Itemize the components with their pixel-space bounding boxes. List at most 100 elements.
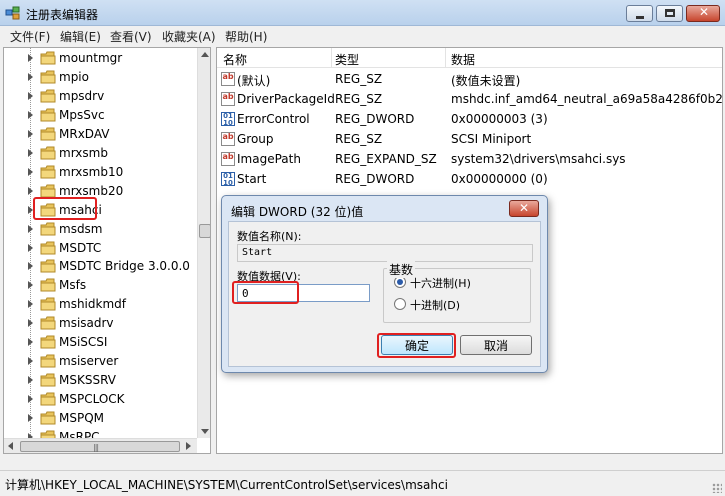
resize-grip-icon[interactable] — [712, 483, 722, 493]
value-row[interactable]: ab ImagePath REG_EXPAND_SZ system32\drivers… — [217, 149, 722, 169]
menu-edit[interactable]: 编辑(E) — [60, 28, 101, 45]
tree-item[interactable]: MSDTC Bridge 3.0.0.0 — [4, 257, 194, 276]
tree-item[interactable]: msiserver — [4, 352, 194, 371]
tree-item[interactable]: MSDTC — [4, 239, 194, 258]
expand-arrow-icon[interactable] — [28, 300, 33, 309]
tree-item-label: mrxsmb — [59, 145, 108, 160]
expand-arrow-icon[interactable] — [28, 281, 33, 290]
expand-arrow-icon[interactable] — [28, 167, 33, 176]
minimize-button[interactable] — [626, 5, 653, 22]
value-row[interactable]: 01 10 ErrorControl REG_DWORD 0x00000003 (3) — [217, 109, 722, 129]
value-data-input[interactable] — [237, 284, 370, 302]
value-name-cell: Start — [237, 172, 267, 186]
folder-icon — [40, 203, 56, 217]
value-row[interactable]: ab Group REG_SZ SCSI Miniport — [217, 129, 722, 149]
expand-arrow-icon[interactable] — [28, 186, 33, 195]
column-header-name[interactable]: 名称 — [223, 51, 247, 68]
value-row[interactable]: ab DriverPackageId REG_SZ mshdc.inf_amd64_n… — [217, 89, 723, 109]
expand-arrow-icon[interactable] — [28, 205, 33, 214]
radix-hex-label[interactable]: 十六进制(H) — [410, 275, 471, 291]
menu-help[interactable]: 帮助(H) — [225, 28, 267, 45]
menu-file[interactable]: 文件(F) — [10, 28, 50, 45]
tree-item-label: msahci — [59, 202, 102, 217]
tree-item[interactable]: msahci — [4, 201, 194, 220]
tree-item-label: mpio — [59, 69, 89, 84]
folder-icon — [40, 89, 56, 103]
tree-item[interactable]: mrxsmb10 — [4, 163, 194, 182]
cancel-button[interactable]: 取消 — [460, 335, 532, 355]
tree-horizontal-scrollbar[interactable]: ||| — [4, 438, 197, 453]
value-row[interactable]: ab (默认) REG_SZ (数值未设置) — [217, 69, 722, 89]
expand-arrow-icon[interactable] — [28, 338, 33, 347]
tree-item[interactable]: MSPCLOCK — [4, 390, 194, 409]
regedit-app-icon — [5, 6, 20, 20]
tree-vertical-scrollbar[interactable] — [197, 48, 210, 438]
expand-arrow-icon[interactable] — [28, 54, 33, 62]
expand-arrow-icon[interactable] — [28, 376, 33, 385]
expand-arrow-icon[interactable] — [28, 91, 33, 100]
column-header-type[interactable]: 类型 — [335, 51, 359, 68]
tree-item[interactable]: mountmgr — [4, 49, 194, 68]
column-divider[interactable] — [331, 48, 332, 68]
value-name-cell: DriverPackageId — [237, 92, 335, 106]
folder-icon — [40, 278, 56, 292]
expand-arrow-icon[interactable] — [28, 224, 33, 233]
radix-dec-radio[interactable] — [394, 298, 406, 310]
tree-item[interactable]: mpsdrv — [4, 87, 194, 106]
column-header-data[interactable]: 数据 — [451, 51, 475, 68]
tree-item[interactable]: Msfs — [4, 276, 194, 295]
tree-item-label: msiserver — [59, 354, 119, 369]
scroll-right-icon[interactable] — [186, 442, 191, 450]
value-name-cell: ImagePath — [237, 152, 301, 166]
tree-item[interactable]: MRxDAV — [4, 125, 194, 144]
menu-favorites[interactable]: 收藏夹(A) — [162, 28, 216, 45]
tree-item-label: msdsm — [59, 221, 103, 236]
scroll-left-icon[interactable] — [8, 442, 13, 450]
folder-icon — [40, 259, 56, 273]
tree-item[interactable]: MpsSvc — [4, 106, 194, 125]
tree-item[interactable]: mrxsmb20 — [4, 182, 194, 201]
expand-arrow-icon[interactable] — [28, 319, 33, 328]
folder-icon — [40, 51, 56, 65]
maximize-button[interactable] — [656, 5, 683, 22]
expand-arrow-icon[interactable] — [28, 110, 33, 119]
folder-icon — [40, 184, 56, 198]
title-bar: 注册表编辑器 ✕ — [0, 0, 725, 26]
value-name-field: Start — [237, 244, 533, 262]
menu-view[interactable]: 查看(V) — [110, 28, 152, 45]
expand-arrow-icon[interactable] — [28, 129, 33, 138]
tree-item[interactable]: mshidkmdf — [4, 295, 194, 314]
scroll-down-icon[interactable] — [201, 429, 209, 434]
key-tree-pane[interactable]: mountmgr mpio mpsdrv MpsSvc MRxDAV mrxsmb mrxs… — [3, 47, 211, 454]
dword-value-icon: 01 10 — [221, 172, 235, 187]
expand-arrow-icon[interactable] — [28, 148, 33, 157]
tree-item[interactable]: MSKSSRV — [4, 371, 194, 390]
tree-item[interactable]: MSPQM — [4, 409, 194, 428]
tree-item[interactable]: mpio — [4, 68, 194, 87]
expand-arrow-icon[interactable] — [28, 357, 33, 366]
column-divider[interactable] — [445, 48, 446, 68]
expand-arrow-icon[interactable] — [28, 414, 33, 423]
radix-dec-label[interactable]: 十进制(D) — [410, 297, 460, 313]
tree-item[interactable]: MSiSCSI — [4, 333, 194, 352]
close-button[interactable]: ✕ — [686, 5, 720, 22]
expand-arrow-icon[interactable] — [28, 72, 33, 81]
tree-item-label: mrxsmb20 — [59, 183, 124, 198]
scroll-up-icon[interactable] — [201, 52, 209, 57]
value-name-label: 数值名称(N): — [237, 230, 302, 243]
expand-arrow-icon[interactable] — [28, 243, 33, 252]
expand-arrow-icon[interactable] — [28, 395, 33, 404]
expand-arrow-icon[interactable] — [28, 262, 33, 271]
tree-item[interactable]: mrxsmb — [4, 144, 194, 163]
value-data-cell: SCSI Miniport — [451, 132, 532, 146]
ok-button[interactable]: 确定 — [381, 335, 453, 355]
value-row[interactable]: 01 10 Start REG_DWORD 0x00000000 (0) — [217, 169, 722, 189]
scroll-thumb[interactable] — [199, 224, 210, 238]
tree-item[interactable]: msdsm — [4, 220, 194, 239]
folder-icon — [40, 297, 56, 311]
horizontal-scroll-thumb[interactable]: ||| — [20, 441, 180, 452]
dialog-close-button[interactable]: ✕ — [509, 200, 539, 217]
value-data-cell: mshdc.inf_amd64_neutral_a69a58a4286f0b22 — [451, 92, 723, 106]
tree-item[interactable]: msisadrv — [4, 314, 194, 333]
tree-item-label: MSPCLOCK — [59, 392, 125, 407]
